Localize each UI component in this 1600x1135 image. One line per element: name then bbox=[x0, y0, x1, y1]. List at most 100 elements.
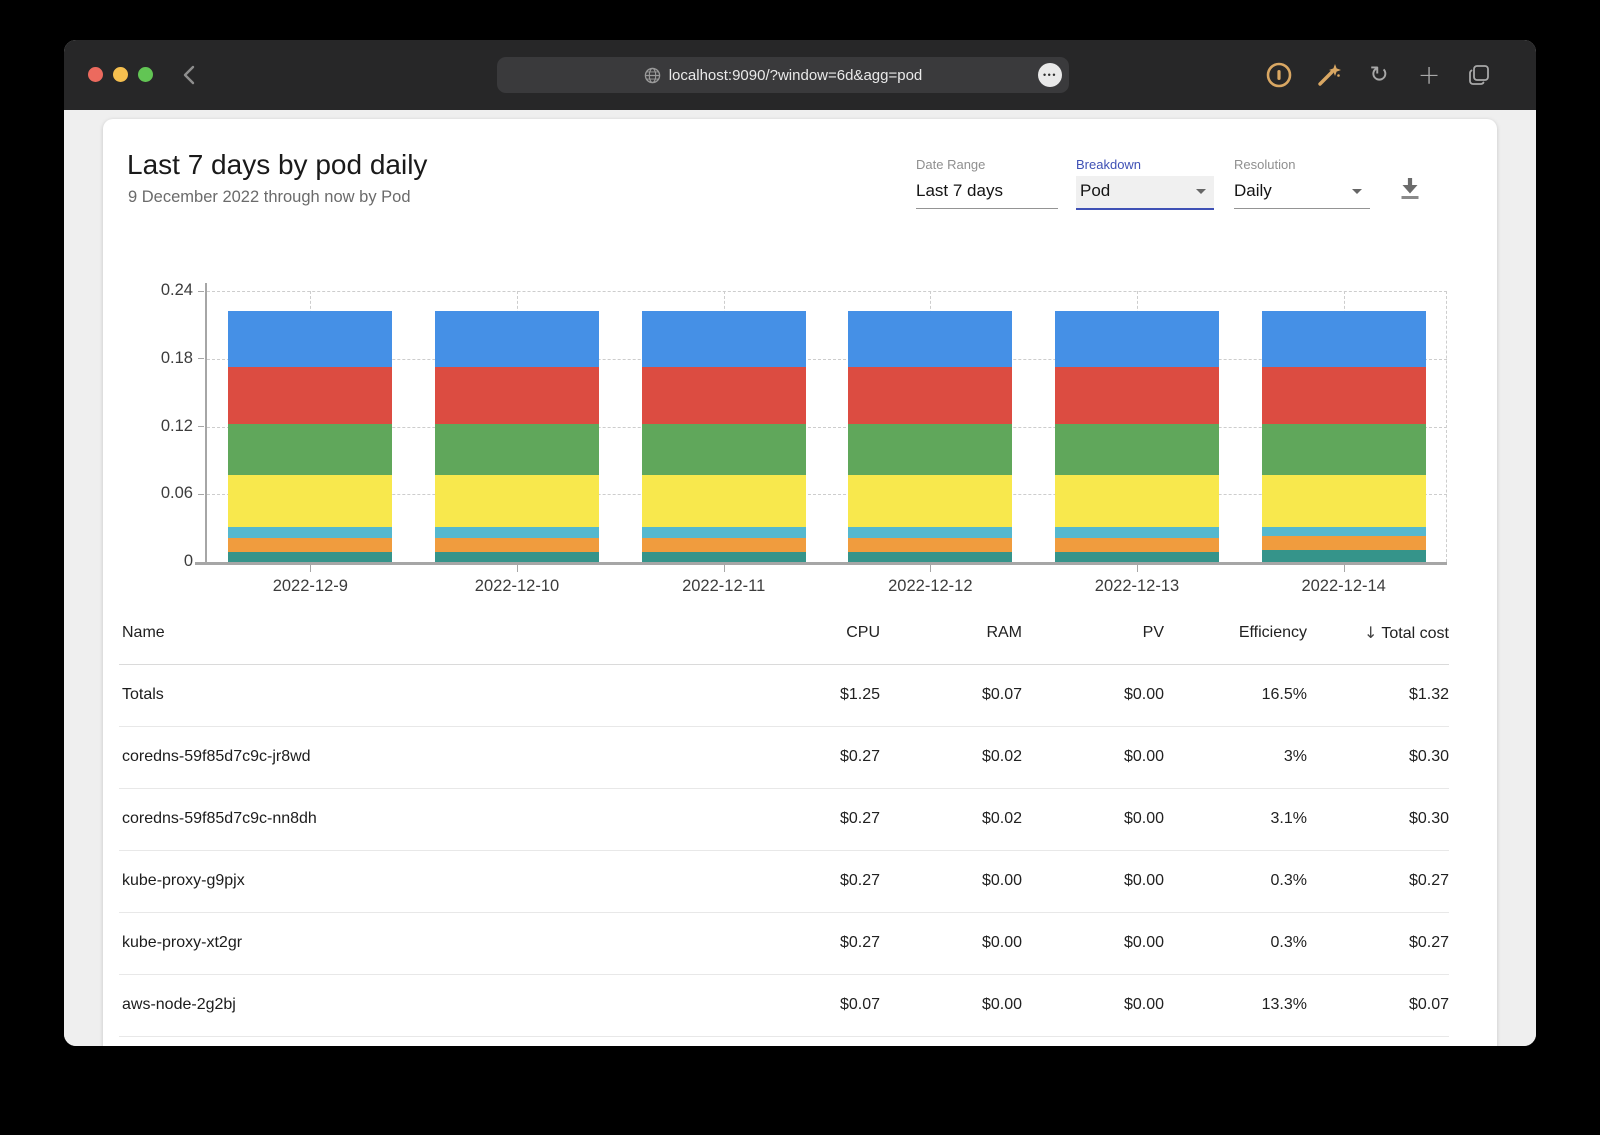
minimize-window-button[interactable] bbox=[113, 67, 128, 82]
bar-segment-series-4[interactable] bbox=[848, 475, 1013, 528]
breakdown-value[interactable]: Pod bbox=[1076, 176, 1214, 210]
bar-segment-series-6[interactable] bbox=[848, 366, 1013, 425]
column-header-name[interactable]: Name bbox=[119, 603, 738, 665]
address-bar[interactable]: localhost:9090/?window=6d&agg=pod ••• bbox=[497, 57, 1069, 93]
bar-segment-series-4[interactable] bbox=[641, 475, 806, 528]
download-button[interactable] bbox=[1397, 175, 1423, 201]
bar-segment-series-3[interactable] bbox=[435, 527, 599, 539]
row-value-cell: $1.25 bbox=[738, 664, 880, 727]
row-value-cell: $0.00 bbox=[880, 912, 1022, 975]
bar-segment-series-1[interactable] bbox=[435, 551, 599, 562]
bar-segment-series-2[interactable] bbox=[641, 538, 806, 552]
new-tab-button[interactable]: + bbox=[1416, 59, 1442, 91]
bar-segment-series-6[interactable] bbox=[1055, 366, 1220, 425]
bar-segment-series-3[interactable] bbox=[1261, 527, 1426, 537]
column-header-ram[interactable]: RAM bbox=[880, 603, 1022, 665]
url-text: localhost:9090/?window=6d&agg=pod bbox=[668, 66, 923, 84]
bar-segment-series-4[interactable] bbox=[1261, 475, 1426, 528]
bar-slot bbox=[620, 291, 827, 562]
bar-segment-series-5[interactable] bbox=[435, 424, 599, 476]
bar-segment-series-6[interactable] bbox=[641, 366, 806, 425]
bar-segment-series-4[interactable] bbox=[435, 475, 599, 528]
date-range-value[interactable]: Last 7 days bbox=[916, 176, 1058, 209]
y-axis-label: 0.12 bbox=[160, 416, 193, 435]
bar-segment-series-4[interactable] bbox=[228, 475, 393, 528]
bar-segment-series-6[interactable] bbox=[228, 366, 393, 425]
bar-segment-series-7[interactable] bbox=[1261, 311, 1426, 367]
breakdown-select[interactable]: Breakdown Pod bbox=[1076, 157, 1214, 210]
table-row[interactable]: kube-proxy-g9pjx $0.27 $0.00 $0.00 0.3% $0.27 bbox=[119, 850, 1449, 913]
stacked-bar-2022-12-13[interactable] bbox=[1055, 311, 1220, 562]
row-value-cell: $0.30 bbox=[1307, 788, 1449, 851]
stacked-bar-2022-12-9[interactable] bbox=[228, 311, 393, 562]
reload-button[interactable]: ↻ bbox=[1366, 62, 1392, 88]
bar-segment-series-5[interactable] bbox=[1261, 424, 1426, 476]
bar-segment-series-3[interactable] bbox=[228, 527, 393, 539]
bar-segment-series-1[interactable] bbox=[228, 551, 393, 562]
page-title: Last 7 days by pod daily bbox=[127, 149, 428, 180]
x-axis-label: 2022-12-11 bbox=[682, 577, 766, 595]
table-row[interactable]: Totals $1.25 $0.07 $0.00 16.5% $1.32 bbox=[119, 664, 1449, 727]
bar-segment-series-2[interactable] bbox=[1261, 536, 1426, 550]
resolution-select[interactable]: Resolution Daily bbox=[1234, 157, 1370, 209]
bar-segment-series-5[interactable] bbox=[228, 424, 393, 476]
screen: localhost:9090/?window=6d&agg=pod ••• ↻ … bbox=[0, 0, 1600, 1135]
bar-segment-series-2[interactable] bbox=[848, 538, 1013, 552]
row-value-cell: $0.07 bbox=[880, 664, 1022, 727]
table-row[interactable]: coredns-59f85d7c9c-nn8dh $0.27 $0.02 $0.00 3… bbox=[119, 788, 1449, 851]
x-tick bbox=[1343, 565, 1345, 572]
row-name-cell: kube-proxy-xt2gr bbox=[119, 912, 738, 975]
bar-segment-series-7[interactable] bbox=[1055, 311, 1220, 367]
row-value-cell: 0.3% bbox=[1164, 850, 1307, 913]
resolution-value-text: Daily bbox=[1234, 181, 1272, 200]
table-row[interactable]: coredns-59f85d7c9c-jr8wd $0.27 $0.02 $0.00 3… bbox=[119, 726, 1449, 789]
bar-segment-series-7[interactable] bbox=[641, 311, 806, 367]
stacked-bar-2022-12-11[interactable] bbox=[641, 311, 806, 562]
bar-segment-series-7[interactable] bbox=[228, 311, 393, 367]
table-row[interactable]: kube-proxy-xt2gr $0.27 $0.00 $0.00 0.3% $0.27 bbox=[119, 912, 1449, 975]
y-axis-label: 0 bbox=[183, 552, 193, 570]
bar-segment-series-5[interactable] bbox=[848, 424, 1013, 476]
bar-segment-series-6[interactable] bbox=[1261, 366, 1426, 425]
bar-segment-series-6[interactable] bbox=[435, 366, 599, 425]
tab-overview-button[interactable] bbox=[1466, 62, 1492, 88]
bar-segment-series-5[interactable] bbox=[641, 424, 806, 476]
resolution-value[interactable]: Daily bbox=[1234, 176, 1370, 209]
y-tick bbox=[198, 561, 204, 563]
table-row[interactable]: aws-node-2g2bj $0.07 $0.00 $0.00 13.3% $0.07 bbox=[119, 974, 1449, 1037]
close-window-button[interactable] bbox=[88, 67, 103, 82]
bar-segment-series-3[interactable] bbox=[1055, 527, 1220, 539]
bar-segment-series-4[interactable] bbox=[1055, 475, 1220, 528]
back-button[interactable] bbox=[176, 62, 202, 88]
zoom-window-button[interactable] bbox=[138, 67, 153, 82]
bar-segment-series-2[interactable] bbox=[435, 538, 599, 552]
stacked-bar-2022-12-10[interactable] bbox=[435, 311, 599, 562]
bar-segment-series-2[interactable] bbox=[1055, 538, 1220, 552]
new-tab-icon: + bbox=[1417, 59, 1441, 91]
bar-segment-series-5[interactable] bbox=[1055, 424, 1220, 476]
wand-extension-button[interactable] bbox=[1316, 62, 1342, 88]
stacked-bar-2022-12-12[interactable] bbox=[848, 311, 1013, 562]
bar-segment-series-1[interactable] bbox=[641, 551, 806, 562]
x-tick bbox=[1137, 565, 1138, 572]
bar-segment-series-1[interactable] bbox=[848, 551, 1013, 562]
stacked-bar-2022-12-14[interactable] bbox=[1261, 311, 1426, 562]
reload-icon: ↻ bbox=[1369, 62, 1389, 88]
bar-segment-series-3[interactable] bbox=[848, 527, 1013, 539]
row-value-cell: $0.07 bbox=[738, 974, 880, 1037]
row-value-cell: $0.02 bbox=[880, 788, 1022, 851]
column-header-pv[interactable]: PV bbox=[1022, 603, 1164, 665]
column-header-efficiency[interactable]: Efficiency bbox=[1164, 603, 1307, 665]
bar-segment-series-1[interactable] bbox=[1261, 549, 1426, 562]
date-range-field[interactable]: Date Range Last 7 days bbox=[916, 157, 1058, 209]
back-icon bbox=[183, 65, 195, 85]
bar-segment-series-3[interactable] bbox=[641, 527, 806, 539]
bar-segment-series-2[interactable] bbox=[228, 538, 393, 552]
password-extension-button[interactable] bbox=[1266, 62, 1292, 88]
column-header-cpu[interactable]: CPU bbox=[738, 603, 880, 665]
bar-segment-series-1[interactable] bbox=[1055, 551, 1220, 562]
page-options-button[interactable]: ••• bbox=[1038, 63, 1062, 87]
bar-segment-series-7[interactable] bbox=[435, 311, 599, 367]
bar-segment-series-7[interactable] bbox=[848, 311, 1013, 367]
column-header-total-cost[interactable]: ↓ Total cost bbox=[1307, 603, 1449, 665]
